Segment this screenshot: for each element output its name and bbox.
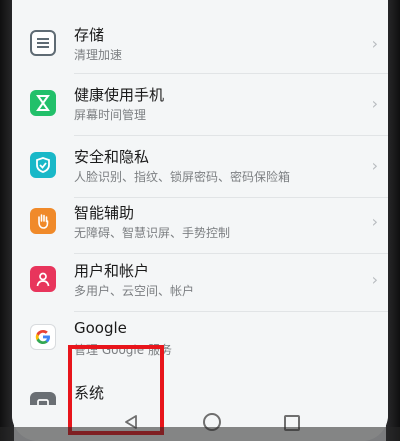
settings-item-title: Google (74, 319, 127, 337)
chevron-right-icon: › (371, 212, 378, 231)
settings-item-title: 安全和隐私 (74, 148, 150, 166)
highlight-annotation-box (68, 345, 164, 435)
settings-item-users-accounts[interactable]: 用户和帐户 多用户、云空间、帐户 › (12, 256, 388, 316)
settings-item-digital-balance[interactable]: 健康使用手机 屏幕时间管理 › (12, 76, 388, 136)
hourglass-icon (30, 90, 56, 116)
settings-item-subtitle: 多用户、云空间、帐户 (74, 284, 195, 298)
shield-icon (30, 152, 56, 178)
chevron-right-icon: › (371, 94, 378, 113)
settings-item-smart-assistance[interactable]: 智能辅助 无障碍、智慧识屏、手势控制 › (12, 200, 388, 260)
chevron-right-icon: › (371, 34, 378, 53)
settings-item-storage[interactable]: 存储 清理加速 › (12, 14, 388, 74)
settings-item-title: 存储 (74, 26, 105, 44)
chevron-right-icon: › (371, 156, 378, 175)
divider (74, 135, 388, 136)
divider (74, 311, 388, 312)
settings-item-subtitle: 屏幕时间管理 (74, 108, 147, 122)
settings-item-title: 用户和帐户 (74, 262, 150, 280)
storage-icon (30, 30, 56, 56)
settings-item-title: 健康使用手机 (74, 86, 165, 104)
settings-item-subtitle: 无障碍、智慧识屏、手势控制 (74, 226, 231, 240)
divider (74, 73, 388, 74)
bottom-overlay-strip (0, 427, 400, 441)
settings-item-security-privacy[interactable]: 安全和隐私 人脸识别、指纹、锁屏密码、密码保险箱 › (12, 138, 388, 198)
user-icon (30, 266, 56, 292)
hand-icon (30, 208, 56, 234)
divider (74, 253, 388, 254)
chevron-right-icon: › (371, 270, 378, 289)
settings-item-subtitle: 清理加速 (74, 48, 123, 62)
settings-item-subtitle: 人脸识别、指纹、锁屏密码、密码保险箱 (74, 170, 291, 184)
google-icon (30, 324, 56, 350)
divider (74, 197, 388, 198)
phone-bezel-right (386, 0, 400, 441)
settings-item-title: 智能辅助 (74, 204, 135, 222)
